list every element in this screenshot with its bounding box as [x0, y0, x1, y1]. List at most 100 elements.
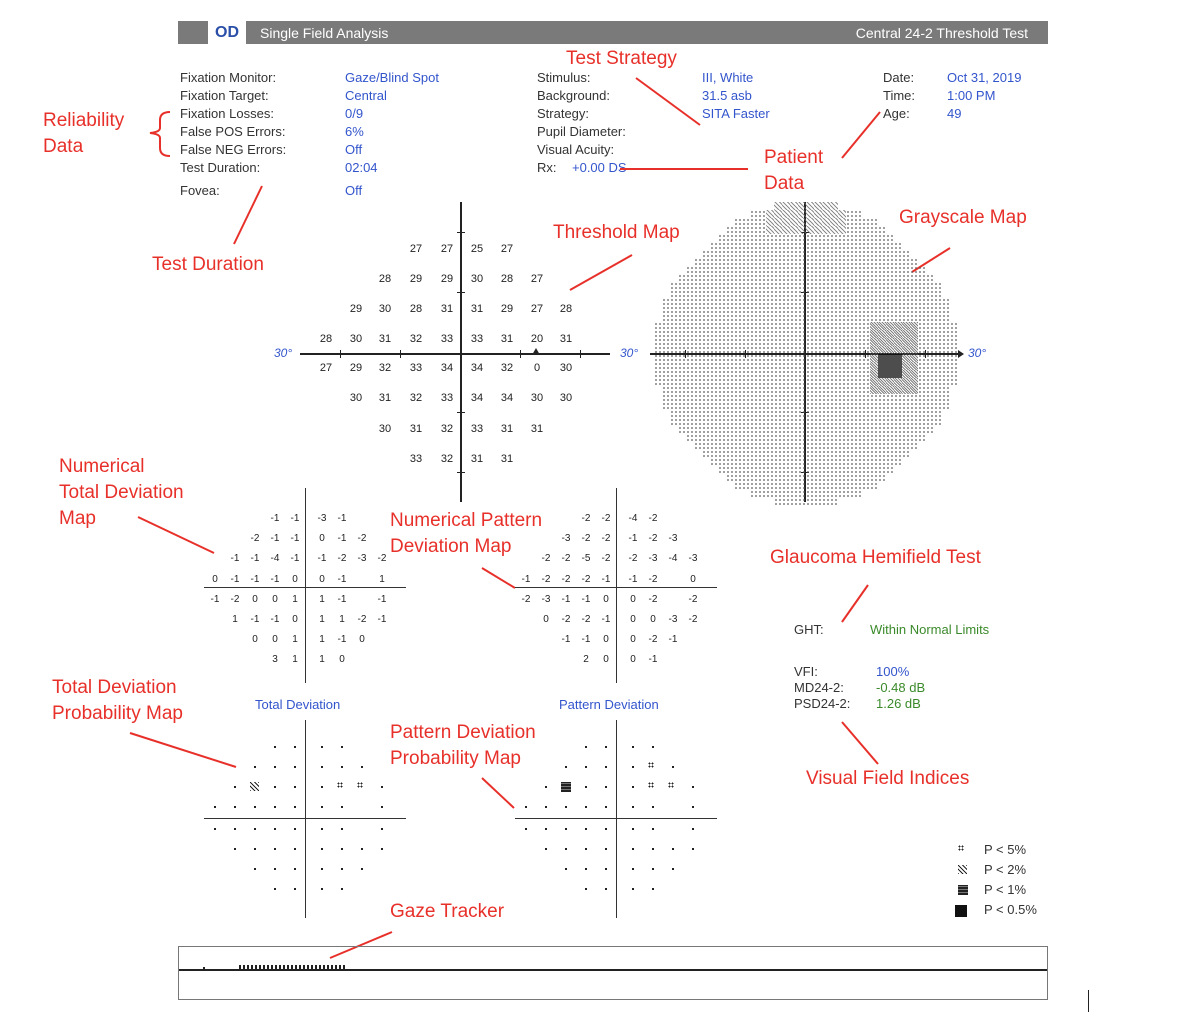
- grayscale-cell: [814, 394, 822, 402]
- grayscale-cell: [766, 370, 774, 378]
- grayscale-cell: [678, 338, 686, 346]
- probability-dot: [254, 806, 256, 808]
- grayscale-cell: [910, 290, 918, 298]
- deviation-value: 0: [292, 614, 298, 625]
- grayscale-cell: [782, 402, 790, 410]
- grayscale-cell: [702, 282, 710, 290]
- grayscale-cell: [718, 250, 726, 258]
- grayscale-cell: [870, 242, 878, 250]
- grayscale-cell: [854, 434, 862, 442]
- grayscale-cell: [758, 234, 766, 242]
- grayscale-cell: [902, 418, 910, 426]
- grayscale-cell: [862, 362, 870, 370]
- grayscale-cell: [718, 338, 726, 346]
- threshold-value: 31: [378, 392, 392, 404]
- grayscale-cell: [734, 226, 742, 234]
- legend-label: P < 2%: [984, 862, 1027, 877]
- grayscale-cell: [886, 298, 894, 306]
- grayscale-cell: [814, 426, 822, 434]
- grayscale-cell: [822, 210, 830, 218]
- grayscale-cell: [702, 330, 710, 338]
- grayscale-cell: [830, 410, 838, 418]
- grayscale-cell: [758, 322, 766, 330]
- grayscale-cell: [926, 322, 934, 330]
- grayscale-cell: [718, 314, 726, 322]
- grayscale-cell: [862, 250, 870, 258]
- grayscale-cell: [902, 442, 910, 450]
- grayscale-cell: [862, 282, 870, 290]
- legend-label: P < 5%: [984, 842, 1027, 857]
- index-label: VFI:: [794, 664, 818, 679]
- grayscale-cell: [838, 322, 846, 330]
- grayscale-cell: [798, 370, 806, 378]
- grayscale-cell: [926, 338, 934, 346]
- grayscale-cell: [670, 282, 678, 290]
- grayscale-cell: [846, 482, 854, 490]
- grayscale-cell: [894, 378, 902, 386]
- grayscale-cell: [726, 426, 734, 434]
- grayscale-cell: [742, 402, 750, 410]
- grayscale-cell: [718, 450, 726, 458]
- grayscale-cell: [686, 330, 694, 338]
- grayscale-cell: [726, 362, 734, 370]
- grayscale-cell: [894, 426, 902, 434]
- grayscale-cell: [878, 242, 886, 250]
- grayscale-cell: [742, 306, 750, 314]
- grayscale-cell: [742, 322, 750, 330]
- grayscale-cell: [854, 226, 862, 234]
- grayscale-cell: [886, 458, 894, 466]
- probability-dot: [605, 828, 607, 830]
- grayscale-cell: [918, 370, 926, 378]
- grayscale-cell: [854, 234, 862, 242]
- grayscale-cell: [782, 434, 790, 442]
- grayscale-cell: [790, 410, 798, 418]
- grayscale-cell: [782, 218, 790, 226]
- deviation-value: 0: [543, 614, 549, 625]
- grayscale-cell: [726, 466, 734, 474]
- grayscale-cell: [814, 330, 822, 338]
- grayscale-cell: [806, 402, 814, 410]
- grayscale-cell: [838, 314, 846, 322]
- grayscale-cell: [854, 210, 862, 218]
- grayscale-cell: [790, 234, 798, 242]
- grayscale-cell: [878, 250, 886, 258]
- grayscale-cell: [846, 298, 854, 306]
- grayscale-cell: [790, 434, 798, 442]
- grayscale-cell: [894, 282, 902, 290]
- grayscale-cell: [806, 266, 814, 274]
- grayscale-cell: [830, 354, 838, 362]
- grayscale-cell: [822, 290, 830, 298]
- grayscale-cell: [774, 394, 782, 402]
- grayscale-cell: [870, 258, 878, 266]
- grayscale-cell: [750, 322, 758, 330]
- deviation-value: 0: [690, 574, 696, 585]
- threshold-value: 20: [530, 333, 544, 345]
- grayscale-cell: [734, 282, 742, 290]
- grayscale-cell: [750, 490, 758, 498]
- threshold-value: 31: [378, 333, 392, 345]
- grayscale-cell: [750, 466, 758, 474]
- grayscale-cell: [678, 370, 686, 378]
- grayscale-cell: [814, 450, 822, 458]
- grayscale-cell: [774, 410, 782, 418]
- grayscale-cell: [878, 410, 886, 418]
- grayscale-cell: [750, 282, 758, 290]
- deviation-value: -2: [581, 513, 591, 524]
- deviation-value: 0: [339, 654, 345, 665]
- probability-dot: [652, 888, 654, 890]
- probability-dot: [632, 828, 634, 830]
- grayscale-cell: [822, 482, 830, 490]
- grayscale-cell: [798, 426, 806, 434]
- grayscale-cell: [830, 234, 838, 242]
- deviation-value: -3: [668, 533, 678, 544]
- probability-dot: [672, 848, 674, 850]
- grayscale-cell: [950, 322, 958, 330]
- grayscale-cell: [798, 210, 806, 218]
- ght-value: Within Normal Limits: [870, 622, 990, 637]
- probability-dot: [545, 786, 547, 788]
- grayscale-cell: [918, 298, 926, 306]
- grayscale-cell: [846, 466, 854, 474]
- grayscale-cell: [734, 450, 742, 458]
- grayscale-cell: [670, 370, 678, 378]
- grayscale-cell: [950, 362, 958, 370]
